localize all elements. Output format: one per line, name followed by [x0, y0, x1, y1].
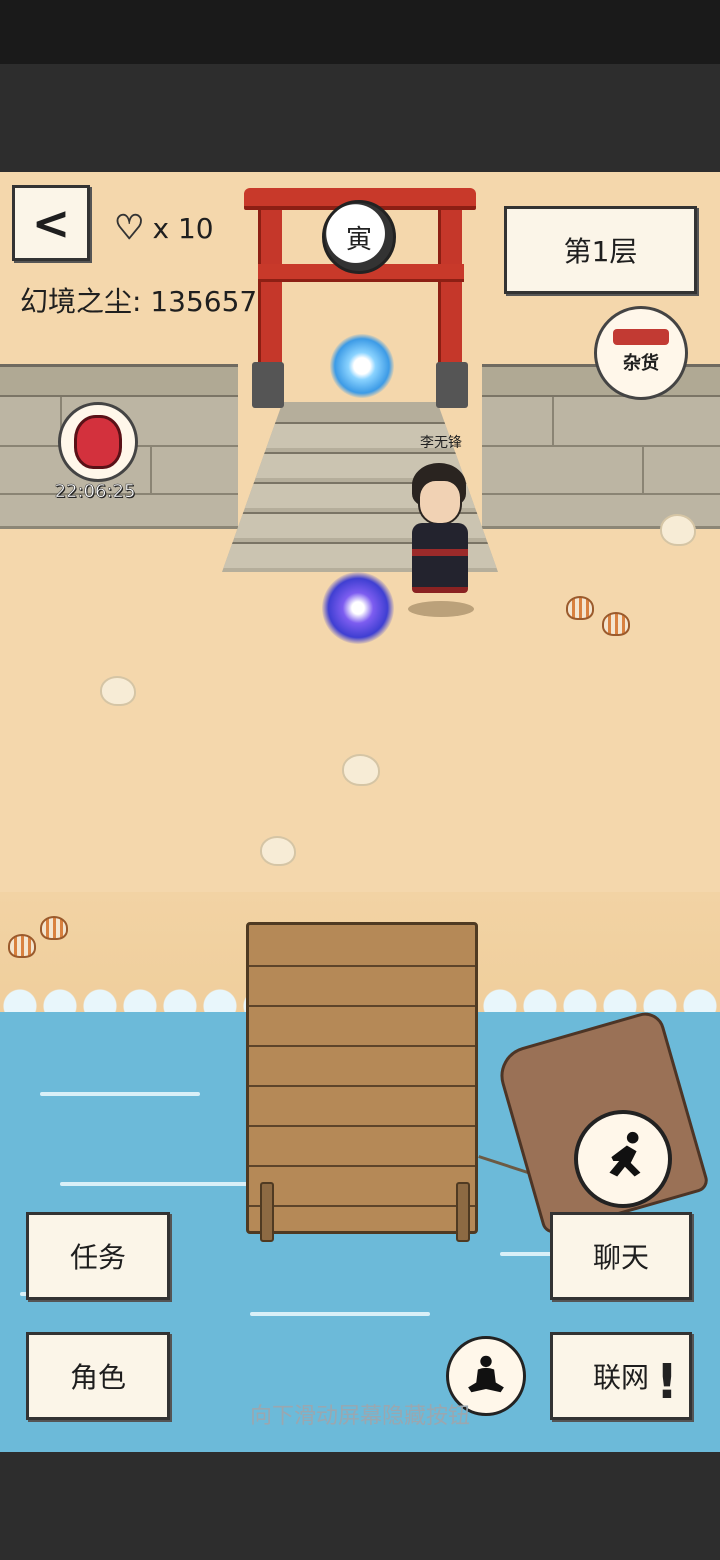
character-robe [412, 523, 468, 593]
stone-wall-right [482, 364, 720, 529]
hide-buttons-hint: 向下滑动屏幕隐藏按钮 [249, 1404, 470, 1429]
run-icon[interactable] [574, 1110, 672, 1208]
general-store-icon[interactable]: 杂货 [594, 306, 688, 400]
lives-count: x 10 [152, 211, 214, 245]
sand-rock [100, 676, 136, 706]
role-button[interactable]: 角色 [26, 1332, 170, 1420]
task-button[interactable]: 任务 [26, 1212, 170, 1300]
blue-portal[interactable] [330, 334, 394, 398]
wall-rail [0, 367, 238, 397]
system-top-bar [0, 0, 720, 172]
pier-post-left [260, 1182, 274, 1242]
wooden-pier [246, 922, 478, 1234]
pier-plank-line [249, 1205, 475, 1207]
store-label: 杂货 [623, 353, 659, 374]
status-bar [0, 0, 720, 64]
sand-rock [660, 514, 696, 546]
character-name: 李无锋 [420, 435, 462, 451]
pier-plank-line [249, 1125, 475, 1127]
wave-line [60, 1182, 260, 1186]
pier-plank-line [249, 965, 475, 967]
role-label: 角色 [69, 1361, 126, 1394]
alert-icon: ! [656, 1354, 678, 1410]
sand-rock [260, 836, 296, 866]
torii-base-left [252, 362, 284, 408]
chat-label: 聊天 [592, 1241, 649, 1274]
medallion-glyph: 寅 [345, 224, 372, 255]
player-character[interactable] [406, 457, 474, 617]
pier-plank-line [249, 1005, 475, 1007]
pier-post-right [456, 1182, 470, 1242]
back-button[interactable]: < [12, 185, 90, 261]
torii-base-right [436, 362, 468, 408]
red-bag-icon [74, 415, 122, 469]
illusion-dust-counter: 幻境之尘: 135657 [20, 285, 258, 318]
floor-label: 第1层 [563, 235, 638, 268]
seashell [8, 934, 36, 958]
gift-bag-icon[interactable] [58, 402, 138, 482]
lives-counter: ♡ x 10 [113, 206, 214, 250]
wall-line [482, 445, 720, 447]
seashell [40, 916, 68, 940]
wave-line [250, 1312, 430, 1316]
system-bottom-bar [0, 1452, 720, 1560]
running-figure-icon [609, 1131, 641, 1177]
gift-timer: 22:06:25 [54, 481, 136, 503]
seashell [566, 596, 594, 620]
wave-line [40, 1092, 200, 1096]
meditation-figure-icon [468, 1355, 504, 1393]
sand-rock [342, 754, 380, 786]
pier-plank-line [249, 1045, 475, 1047]
store-roof [613, 329, 669, 345]
chat-button[interactable]: 聊天 [550, 1212, 692, 1300]
brick-line [150, 445, 152, 493]
torii-medallion[interactable]: 寅 [322, 200, 396, 274]
floor-button[interactable]: 第1层 [504, 206, 697, 294]
wall-line [482, 493, 720, 495]
torii-post-right [438, 208, 462, 368]
task-label: 任务 [69, 1241, 126, 1274]
purple-portal[interactable] [322, 572, 394, 644]
character-face [418, 479, 462, 525]
character-shadow [408, 601, 474, 617]
brick-line [642, 445, 644, 493]
heart-icon: ♡ [113, 208, 145, 249]
pier-plank-line [249, 1085, 475, 1087]
seashell [602, 612, 630, 636]
character-belt [412, 549, 468, 556]
brick-line [552, 397, 554, 445]
network-label: 联网 [592, 1361, 649, 1394]
pier-plank-line [249, 1165, 475, 1167]
back-chevron-icon: < [31, 196, 71, 250]
torii-post-left [258, 208, 282, 368]
